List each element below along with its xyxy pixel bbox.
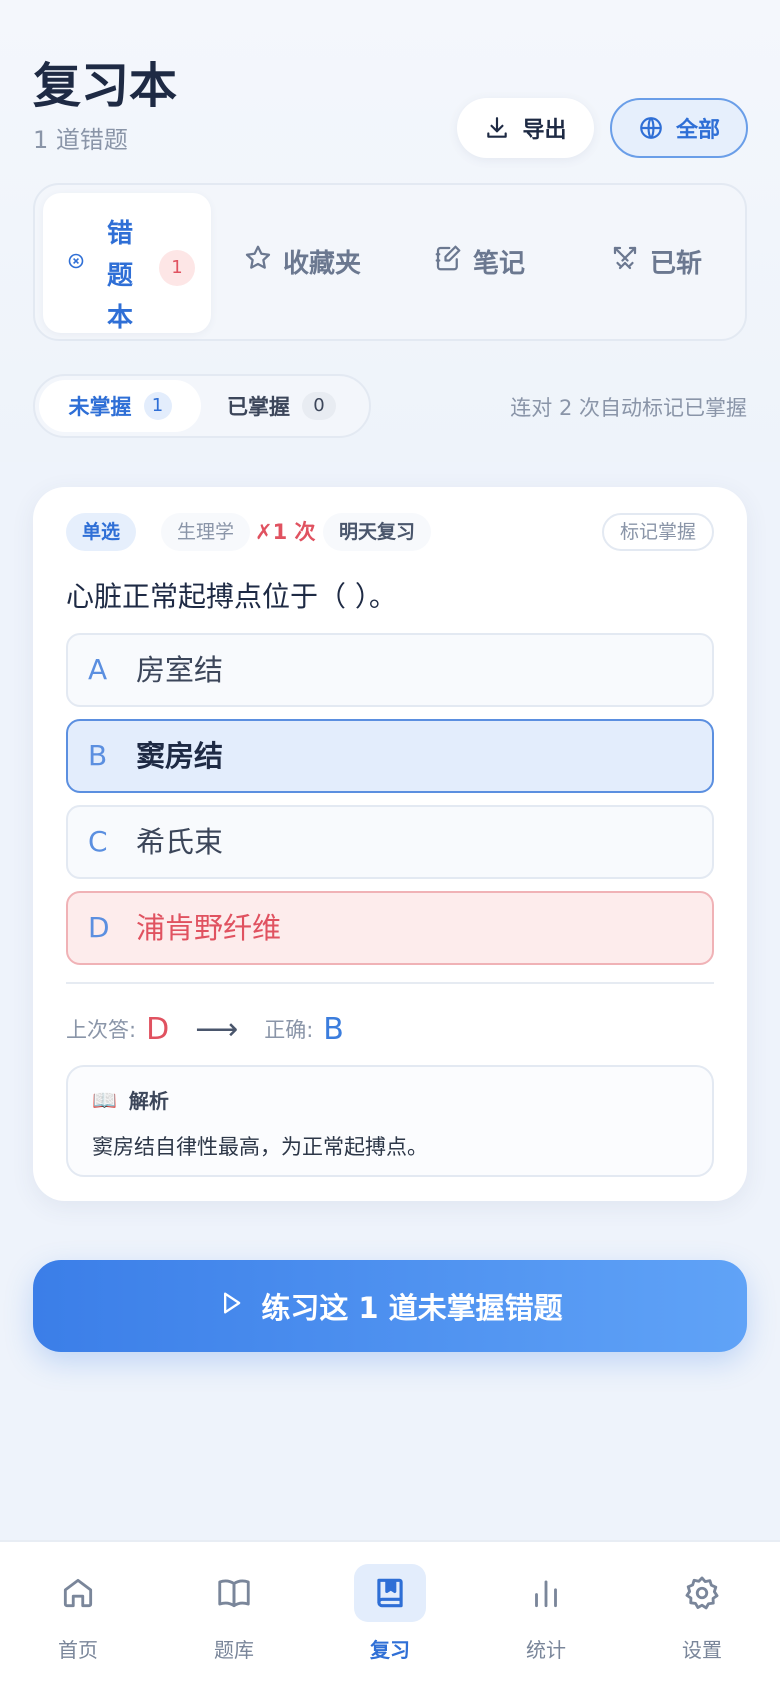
bar-chart-icon	[510, 1564, 582, 1622]
arrow-right-icon: ⟶	[195, 1011, 239, 1047]
bottom-nav: 首页 题库 复习 统计 设置	[0, 1540, 780, 1688]
mastered-count-badge: 0	[302, 392, 336, 420]
option-text: 希氏束	[136, 825, 224, 859]
option-letter: B	[88, 739, 108, 772]
bookmark-book-icon	[354, 1564, 426, 1622]
nav-settings[interactable]: 设置	[652, 1564, 752, 1676]
question-card: 单选 生理学 ✗1 次 明天复习 标记掌握 心脏正常起搏点位于（ ）。 A 房室…	[33, 487, 747, 1201]
export-button[interactable]: 导出	[457, 98, 594, 158]
export-label: 导出	[522, 118, 567, 143]
explanation-header: 📖 解析	[92, 1085, 169, 1114]
download-icon	[484, 115, 510, 141]
filter-unmastered-label: 未掌握	[68, 395, 132, 419]
last-answer-label: 上次答:	[66, 1018, 137, 1042]
filter-mastered[interactable]: 已掌握 0	[227, 380, 336, 432]
filter-mastered-label: 已掌握	[227, 395, 290, 419]
page-subtitle: 1 道错题	[33, 126, 128, 154]
option-text: 房室结	[136, 653, 224, 687]
tab-notes-label: 笔记	[473, 249, 526, 279]
nav-question-bank[interactable]: 题库	[184, 1564, 284, 1676]
correct-answer-value: B	[323, 1011, 344, 1047]
x-circle-icon	[68, 253, 84, 273]
nav-review[interactable]: 复习	[340, 1564, 440, 1676]
tab-favorites[interactable]: 收藏夹	[243, 243, 361, 280]
category-tabs: 错 题 本 1 收藏夹 笔记 已斩	[33, 183, 747, 341]
nav-settings-label: 设置	[682, 1638, 722, 1662]
wrong-count-badge: 1	[159, 250, 195, 286]
practice-label: 练习这 1 道未掌握错题	[261, 1291, 563, 1325]
tab-notes[interactable]: 笔记	[433, 243, 525, 280]
tab-wrong-book-label: 错 题 本	[106, 219, 133, 333]
unmastered-count-badge: 1	[143, 392, 172, 420]
auto-mark-hint: 连对 2 次自动标记已掌握	[510, 396, 747, 420]
crossed-swords-icon	[610, 243, 640, 280]
tab-done[interactable]: 已斩	[610, 243, 702, 280]
star-icon	[243, 243, 273, 280]
home-icon	[42, 1564, 114, 1622]
book-icon	[198, 1564, 270, 1622]
nav-stats-label: 统计	[526, 1638, 566, 1662]
question-type-tag: 单选	[66, 513, 137, 551]
note-edit-icon	[433, 243, 463, 280]
nav-question-bank-label: 题库	[214, 1638, 254, 1662]
question-text: 心脏正常起搏点位于（ ）。	[66, 580, 397, 613]
tab-favorites-label: 收藏夹	[283, 249, 362, 279]
practice-button[interactable]: 练习这 1 道未掌握错题	[33, 1260, 747, 1352]
subject-tag: 生理学	[161, 513, 251, 551]
globe-icon	[638, 115, 664, 141]
gear-icon	[666, 1564, 738, 1622]
wrong-times-tag: ✗1 次	[255, 520, 316, 544]
open-book-icon: 📖	[92, 1087, 117, 1112]
explanation-title: 解析	[128, 1089, 169, 1113]
nav-review-label: 复习	[370, 1638, 410, 1662]
option-text: 浦肯野纤维	[136, 911, 282, 945]
explanation-box: 📖 解析 窦房结自律性最高，为正常起搏点。	[66, 1065, 714, 1177]
option-c[interactable]: C 希氏束	[66, 805, 714, 879]
nav-home-label: 首页	[58, 1638, 98, 1662]
scope-all-button[interactable]: 全部	[610, 98, 748, 158]
option-b-correct[interactable]: B 窦房结	[66, 719, 714, 793]
filter-unmastered[interactable]: 未掌握 1	[39, 380, 201, 432]
nav-stats[interactable]: 统计	[496, 1564, 596, 1676]
option-letter: C	[88, 825, 108, 858]
correct-answer-label: 正确:	[264, 1018, 314, 1042]
play-icon	[217, 1289, 245, 1324]
divider	[66, 982, 714, 984]
option-letter: A	[88, 653, 108, 686]
nav-home[interactable]: 首页	[28, 1564, 128, 1676]
option-letter: D	[88, 911, 110, 944]
tab-wrong-book[interactable]: 错 题 本 1	[43, 193, 211, 333]
mark-mastered-button[interactable]: 标记掌握	[601, 513, 714, 551]
page-title: 复习本	[33, 58, 178, 114]
last-answer-value: D	[146, 1011, 170, 1047]
answer-comparison: 上次答: D ⟶ 正确: B	[66, 1007, 344, 1051]
explanation-text: 窦房结自律性最高，为正常起搏点。	[92, 1135, 428, 1159]
option-a[interactable]: A 房室结	[66, 633, 714, 707]
option-d-wrong[interactable]: D 浦肯野纤维	[66, 891, 714, 965]
option-text: 窦房结	[136, 739, 224, 773]
scope-all-label: 全部	[675, 118, 720, 143]
mastery-filter: 未掌握 1 已掌握 0	[33, 374, 371, 438]
tab-done-label: 已斩	[650, 249, 703, 279]
next-review-tag: 明天复习	[323, 513, 432, 551]
